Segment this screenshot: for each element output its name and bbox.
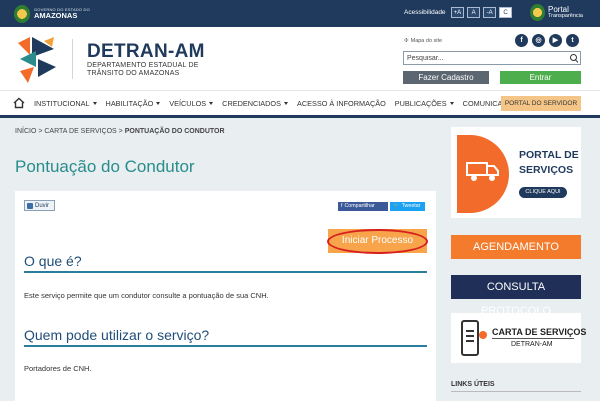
breadcrumb-separator: > bbox=[116, 128, 125, 135]
amazonas-crest-icon bbox=[14, 5, 30, 23]
section-text-o-que-e: Este serviço permite que um condutor con… bbox=[24, 291, 269, 300]
share-buttons: f Compartilhar 🐦 Tweetar bbox=[338, 202, 425, 211]
clique-aqui-button[interactable]: CLIQUE AQUI bbox=[519, 187, 567, 198]
site-subtitle-line1: DEPARTAMENTO ESTADUAL DE bbox=[87, 62, 199, 69]
section-rule bbox=[24, 271, 427, 273]
main-navigation: INSTITUCIONAL HABILITAÇÃO VEÍCULOS CREDE… bbox=[0, 90, 600, 118]
nav-item-institucional[interactable]: INSTITUCIONAL bbox=[34, 99, 97, 108]
facebook-icon[interactable]: f bbox=[515, 34, 528, 47]
nav-item-veiculos[interactable]: VEÍCULOS bbox=[169, 99, 214, 108]
checklist-phone-icon bbox=[461, 320, 479, 356]
chevron-down-icon bbox=[92, 101, 97, 105]
social-links: f ◎ ▶ t bbox=[515, 34, 579, 47]
section-rule bbox=[24, 345, 427, 347]
links-uteis-rule bbox=[451, 391, 581, 392]
accessibility-label: Acessibilidade bbox=[404, 9, 446, 16]
nav-item-acesso-informacao[interactable]: ACESSO À INFORMAÇÃO bbox=[297, 99, 386, 108]
gov-logo-big-text: AMAZONAS bbox=[34, 11, 78, 21]
government-logo[interactable]: GOVERNO DO ESTADO DO AMAZONAS bbox=[14, 4, 90, 24]
truck-icon bbox=[466, 162, 499, 181]
sitemap-icon: ✣ bbox=[404, 38, 409, 44]
section-title-quem-pode: Quem pode utilizar o serviço? bbox=[24, 327, 210, 343]
iniciar-processo-button[interactable]: Iniciar Processo bbox=[328, 229, 427, 253]
contrast-button[interactable]: C bbox=[499, 7, 513, 18]
font-decrease-button[interactable]: -A bbox=[483, 7, 497, 18]
section-text-quem-pode: Portadores de CNH. bbox=[24, 364, 92, 373]
brand-divider bbox=[72, 39, 73, 79]
breadcrumb-section[interactable]: CARTA DE SERVIÇOS bbox=[44, 128, 116, 135]
site-header: DETRAN-AM DEPARTAMENTO ESTADUAL DE TRÂNS… bbox=[0, 27, 600, 90]
carta-de-servicos-banner[interactable]: CARTA DE SERVIÇOS DETRAN-AM bbox=[451, 313, 586, 363]
help-icon bbox=[27, 202, 33, 209]
nav-item-habilitacao[interactable]: HABILITAÇÃO bbox=[106, 99, 161, 108]
site-subtitle-line2: TRÂNSITO DO AMAZONAS bbox=[87, 70, 180, 77]
duvida-button[interactable]: Duvir bbox=[24, 200, 55, 211]
share-twitter-button[interactable]: 🐦 Tweetar bbox=[390, 202, 425, 211]
entrar-button[interactable]: Entrar bbox=[500, 71, 581, 84]
section-title-o-que-e: O que é? bbox=[24, 253, 82, 269]
chevron-down-icon bbox=[449, 101, 454, 105]
carta-banner-title: CARTA DE SERVIÇOS bbox=[492, 327, 587, 337]
share-facebook-button[interactable]: f Compartilhar bbox=[338, 202, 388, 211]
agendamento-button[interactable]: AGENDAMENTO bbox=[451, 235, 581, 259]
page-title: Pontuação do Condutor bbox=[15, 157, 195, 176]
instagram-icon[interactable]: ◎ bbox=[532, 34, 545, 47]
badge-icon bbox=[479, 331, 487, 339]
fazer-cadastro-button[interactable]: Fazer Cadastro bbox=[403, 71, 489, 84]
font-reset-button[interactable]: A bbox=[467, 7, 481, 18]
youtube-icon[interactable]: ▶ bbox=[549, 34, 562, 47]
twitter-bird-icon: 🐦 bbox=[393, 203, 400, 209]
search-icon[interactable] bbox=[568, 52, 580, 64]
links-uteis-heading: LINKS ÚTEIS bbox=[451, 381, 495, 388]
sitemap-link[interactable]: ✣ Mapa do site bbox=[404, 38, 442, 44]
portal-do-servidor-button[interactable]: PORTAL DO SERVIDOR bbox=[501, 96, 581, 111]
carta-banner-rule bbox=[492, 338, 574, 339]
nav-item-publicacoes[interactable]: PUBLICAÇÕES bbox=[395, 99, 454, 108]
portal-banner-word2: SERVIÇOS bbox=[519, 164, 574, 176]
facebook-icon: f bbox=[341, 203, 343, 209]
font-increase-button[interactable]: +A bbox=[450, 7, 465, 18]
portal-transparencia-link[interactable]: Portal Transparência bbox=[530, 4, 583, 21]
government-top-bar: GOVERNO DO ESTADO DO AMAZONAS Acessibili… bbox=[0, 0, 600, 27]
twitter-icon[interactable]: t bbox=[566, 34, 579, 47]
consulta-protocolo-button[interactable]: CONSULTA PROTOCOLO bbox=[451, 275, 581, 317]
chevron-down-icon bbox=[156, 101, 161, 105]
portal-banner-word1: PORTAL DE bbox=[519, 149, 579, 161]
home-icon[interactable] bbox=[13, 97, 25, 109]
chevron-down-icon bbox=[283, 101, 288, 105]
breadcrumb-current: PONTUAÇÃO DO CONDUTOR bbox=[124, 128, 225, 135]
portal-transparencia-word2: Transparência bbox=[548, 12, 583, 19]
search-input[interactable] bbox=[404, 52, 568, 64]
nav-item-credenciados[interactable]: CREDENCIADOS bbox=[222, 99, 288, 108]
duvida-label: Duvir bbox=[35, 202, 50, 209]
service-content-card: Duvir f Compartilhar 🐦 Tweetar Iniciar P… bbox=[15, 191, 436, 401]
detran-logo-icon[interactable] bbox=[14, 33, 62, 85]
accessibility-controls: Acessibilidade +A A -A C bbox=[404, 7, 513, 18]
nav-menu: INSTITUCIONAL HABILITAÇÃO VEÍCULOS CREDE… bbox=[34, 91, 534, 115]
transparencia-crest-icon bbox=[530, 4, 545, 21]
chevron-down-icon bbox=[209, 101, 214, 105]
sitemap-label: Mapa do site bbox=[410, 38, 443, 44]
search-box bbox=[403, 51, 581, 65]
breadcrumb: INÍCIO > CARTA DE SERVIÇOS > PONTUAÇÃO D… bbox=[15, 128, 225, 135]
site-title[interactable]: DETRAN-AM bbox=[87, 41, 205, 63]
breadcrumb-home[interactable]: INÍCIO bbox=[15, 128, 36, 135]
portal-de-servicos-banner[interactable]: PORTAL DE SERVIÇOS CLIQUE AQUI bbox=[451, 127, 581, 218]
carta-banner-subtitle: DETRAN-AM bbox=[511, 341, 553, 348]
